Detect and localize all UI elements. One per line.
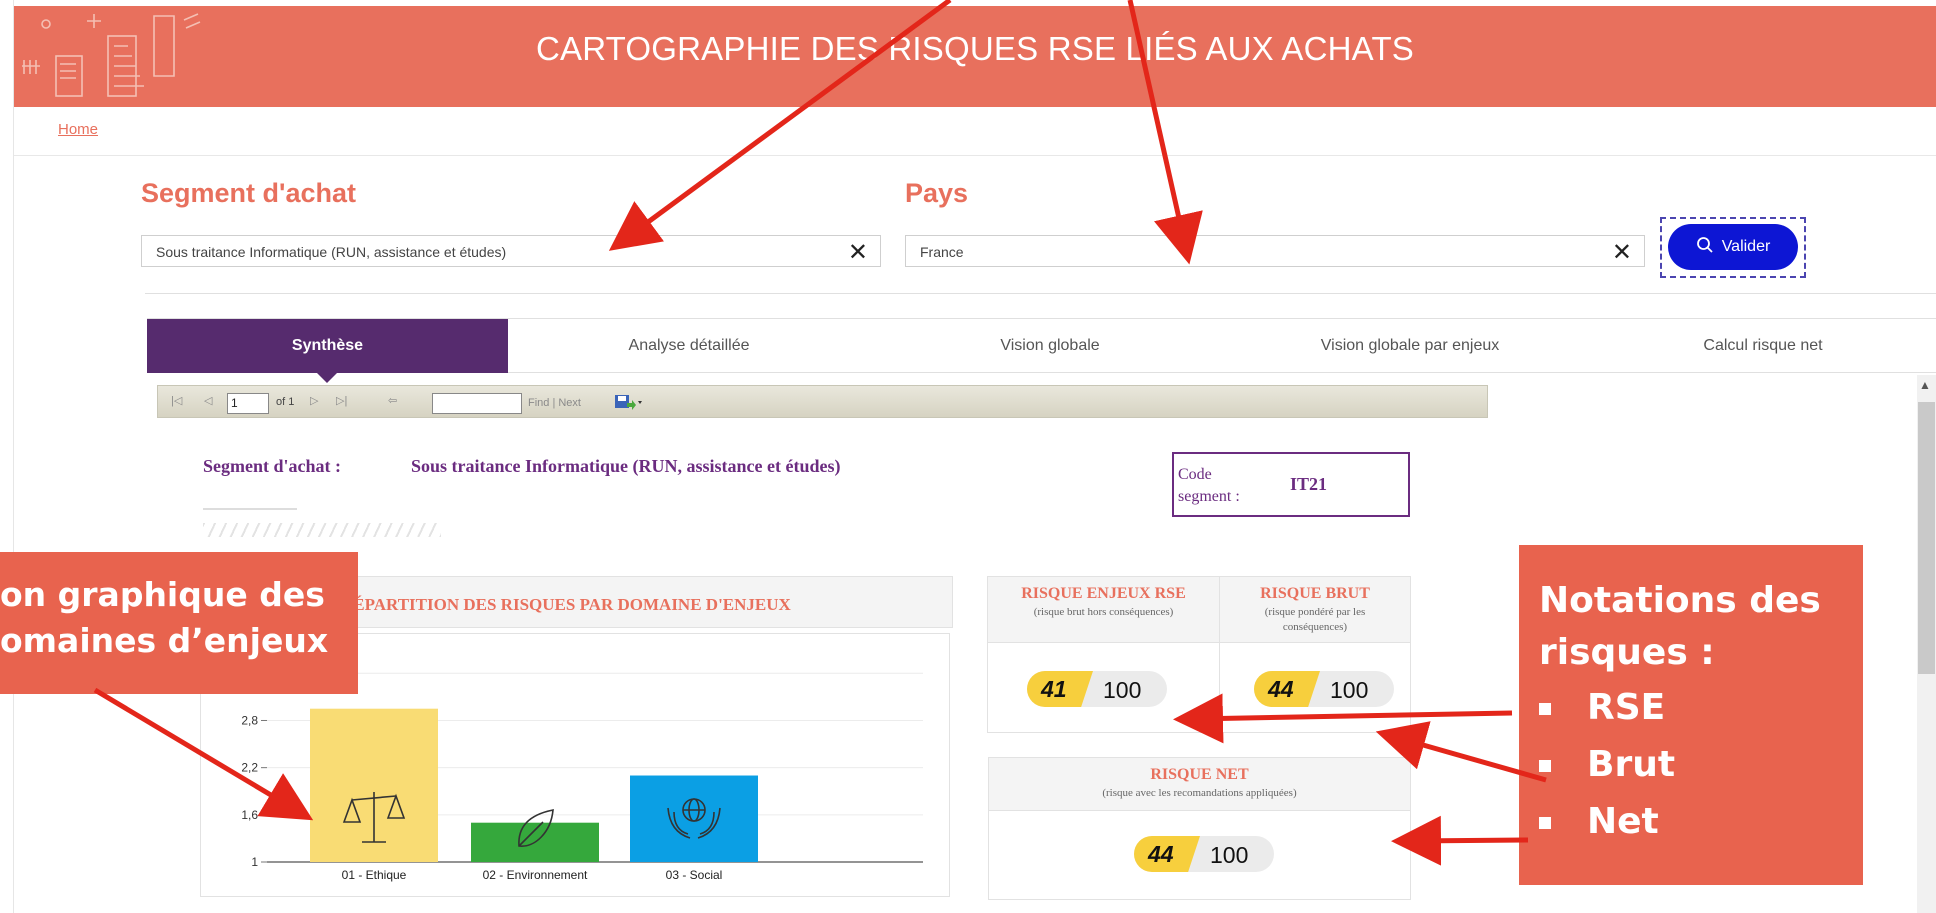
search-icon [1696, 237, 1713, 253]
find-input[interactable] [432, 393, 522, 414]
active-tab-notch [317, 373, 337, 383]
pays-select-value: France [920, 244, 964, 260]
score-title: RISQUE BRUT [1260, 585, 1370, 602]
tab-synthese[interactable]: Synthèse [147, 319, 508, 383]
chart-title: RÉPARTITION DES RISQUES PAR DOMAINE D'EN… [341, 595, 791, 614]
annotation-item: RSE [1539, 679, 1863, 736]
app-header: CARTOGRAPHIE DES RISQUES RSE LIÉS AUX AC… [14, 6, 1936, 107]
score-pill-brut: 44 100 [1254, 671, 1394, 707]
scrollbar-thumb[interactable] [1918, 402, 1935, 674]
segment-select-value: Sous traitance Informatique (RUN, assist… [156, 244, 507, 260]
score-card-brut: RISQUE BRUT (risque pondéré par les cons… [1219, 576, 1411, 733]
score-card-net: RISQUE NET (risque avec les recomandatio… [988, 757, 1411, 900]
valider-label: Valider [1721, 238, 1771, 255]
segment-label: Segment d'achat [141, 178, 356, 208]
clear-pays-icon[interactable]: ✕ [1612, 238, 1632, 267]
annotation-item-text: Net [1587, 801, 1659, 842]
bullet-icon [1539, 760, 1551, 772]
score-pill-net: 44 100 [1134, 836, 1274, 872]
code-segment-value: IT21 [1290, 474, 1328, 494]
code-segment-label: Code segment : [1178, 466, 1240, 505]
tab-analyse-detaillee[interactable]: Analyse détaillée [508, 319, 870, 373]
valider-button[interactable]: Valider [1668, 224, 1798, 270]
annotation-line: risques : [1539, 632, 1715, 673]
score-max: 100 [1103, 677, 1142, 703]
page-count: of 1 [276, 396, 295, 408]
score-max: 100 [1210, 842, 1249, 868]
score-value: 41 [1041, 676, 1067, 702]
export-icon[interactable] [614, 393, 644, 411]
score-value: 44 [1268, 676, 1294, 702]
divider [14, 155, 1936, 156]
score-subtitle: (risque pondéré par les conséquences) [1264, 606, 1366, 633]
y-tick-label: 1 [251, 855, 258, 869]
arrow-to-net [1391, 815, 1529, 866]
tab-calcul-risque-net[interactable]: Calcul risque net [1590, 319, 1936, 373]
report-segment-value: Sous traitance Informatique (RUN, assist… [411, 456, 841, 476]
tab-label: Synthèse [291, 337, 364, 354]
scroll-up-icon[interactable]: ▲ [1919, 378, 1931, 392]
back-icon[interactable]: ⇦ [388, 394, 397, 407]
decorative-hatch [203, 523, 441, 537]
score-title: RISQUE ENJEUX RSE [1021, 585, 1186, 602]
y-tick-label: 2,8 [241, 713, 258, 727]
valider-focus-ring: Valider [1660, 217, 1806, 278]
score-card-header: RISQUE BRUT (risque pondéré par les cons… [1220, 577, 1410, 643]
decorative-line [203, 508, 297, 510]
bullet-icon [1539, 817, 1551, 829]
score-card-header: RISQUE NET (risque avec les recomandatio… [989, 758, 1410, 811]
breadcrumb-home-link[interactable]: Home [58, 121, 98, 138]
annotation-item: Brut [1539, 736, 1863, 793]
bar-globe-hands [630, 775, 758, 862]
score-subtitle: (risque avec les recomandations appliqué… [1102, 787, 1297, 799]
x-tick-label: 02 - Environnement [483, 868, 588, 882]
annotation-line: Notations des [1539, 580, 1821, 621]
annotation-chart-callout: on graphique des omaines d’enjeux [0, 552, 358, 694]
x-tick-label: 03 - Social [666, 868, 723, 882]
score-title: RISQUE NET [1150, 766, 1249, 783]
score-pill-rse: 41 100 [1027, 671, 1167, 707]
divider [145, 293, 1936, 294]
page-number-input[interactable]: 1 [227, 393, 269, 414]
annotation-item-text: RSE [1587, 687, 1666, 728]
prev-page-icon[interactable]: ◁ [204, 394, 212, 407]
score-subtitle: (risque brut hors conséquences) [1033, 606, 1174, 618]
code-segment-box: Code segment : IT21 [1172, 452, 1410, 517]
bullet-icon [1539, 703, 1551, 715]
annotation-item: Net [1539, 793, 1863, 850]
pays-select[interactable]: France ✕ [905, 235, 1645, 267]
next-page-icon[interactable]: ▷ [310, 394, 318, 407]
segment-select[interactable]: Sous traitance Informatique (RUN, assist… [141, 235, 881, 267]
window-left-border [0, 0, 14, 913]
score-max: 100 [1330, 677, 1369, 703]
pays-label: Pays [905, 178, 969, 208]
score-value: 44 [1148, 841, 1174, 867]
tab-vision-globale-par-enjeux[interactable]: Vision globale par enjeux [1230, 319, 1590, 373]
tab-vision-globale[interactable]: Vision globale [870, 319, 1230, 373]
report-toolbar: |◁ ◁ 1 of 1 ▷ ▷| ⇦ Find | Next [157, 385, 1488, 418]
report-segment-label: Segment d'achat : [203, 456, 341, 476]
y-tick-label: 1,6 [241, 808, 258, 822]
tab-bar: Synthèse Analyse détaillée Vision global… [147, 318, 1936, 383]
x-tick-label: 01 - Ethique [342, 868, 407, 882]
first-page-icon[interactable]: |◁ [171, 394, 182, 407]
annotation-line: omaines d’enjeux [0, 621, 329, 660]
annotation-scores-callout: Notations des risques : RSE Brut Net [1519, 545, 1863, 885]
score-card-rse: RISQUE ENJEUX RSE (risque brut hors cons… [987, 576, 1220, 733]
annotation-item-text: Brut [1587, 744, 1676, 785]
y-tick-label: 2,2 [241, 761, 258, 775]
clear-segment-icon[interactable]: ✕ [848, 238, 868, 267]
find-next-link[interactable]: Find | Next [528, 397, 581, 409]
page-title: CARTOGRAPHIE DES RISQUES RSE LIÉS AUX AC… [535, 30, 1415, 67]
annotation-line: on graphique des [0, 575, 325, 614]
last-page-icon[interactable]: ▷| [336, 394, 347, 407]
score-card-header: RISQUE ENJEUX RSE (risque brut hors cons… [988, 577, 1219, 643]
